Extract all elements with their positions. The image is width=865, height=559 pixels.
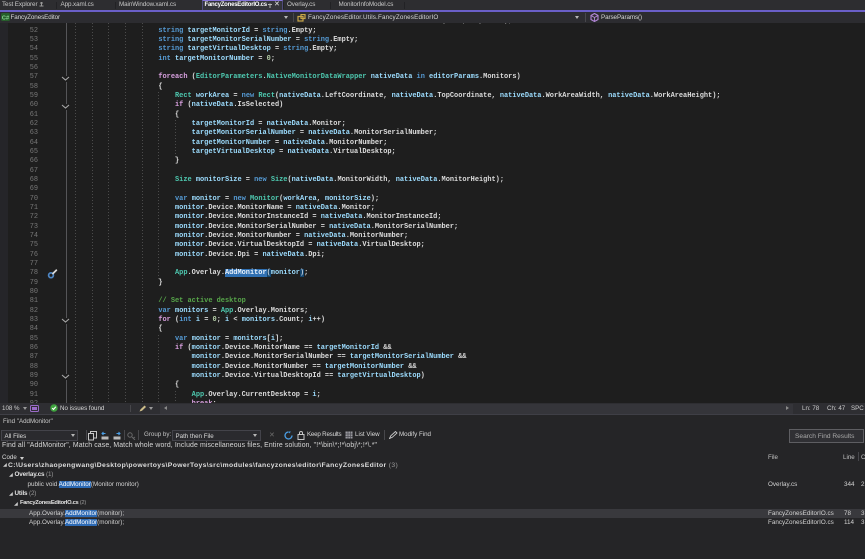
svg-text:C#: C# [2, 16, 10, 22]
